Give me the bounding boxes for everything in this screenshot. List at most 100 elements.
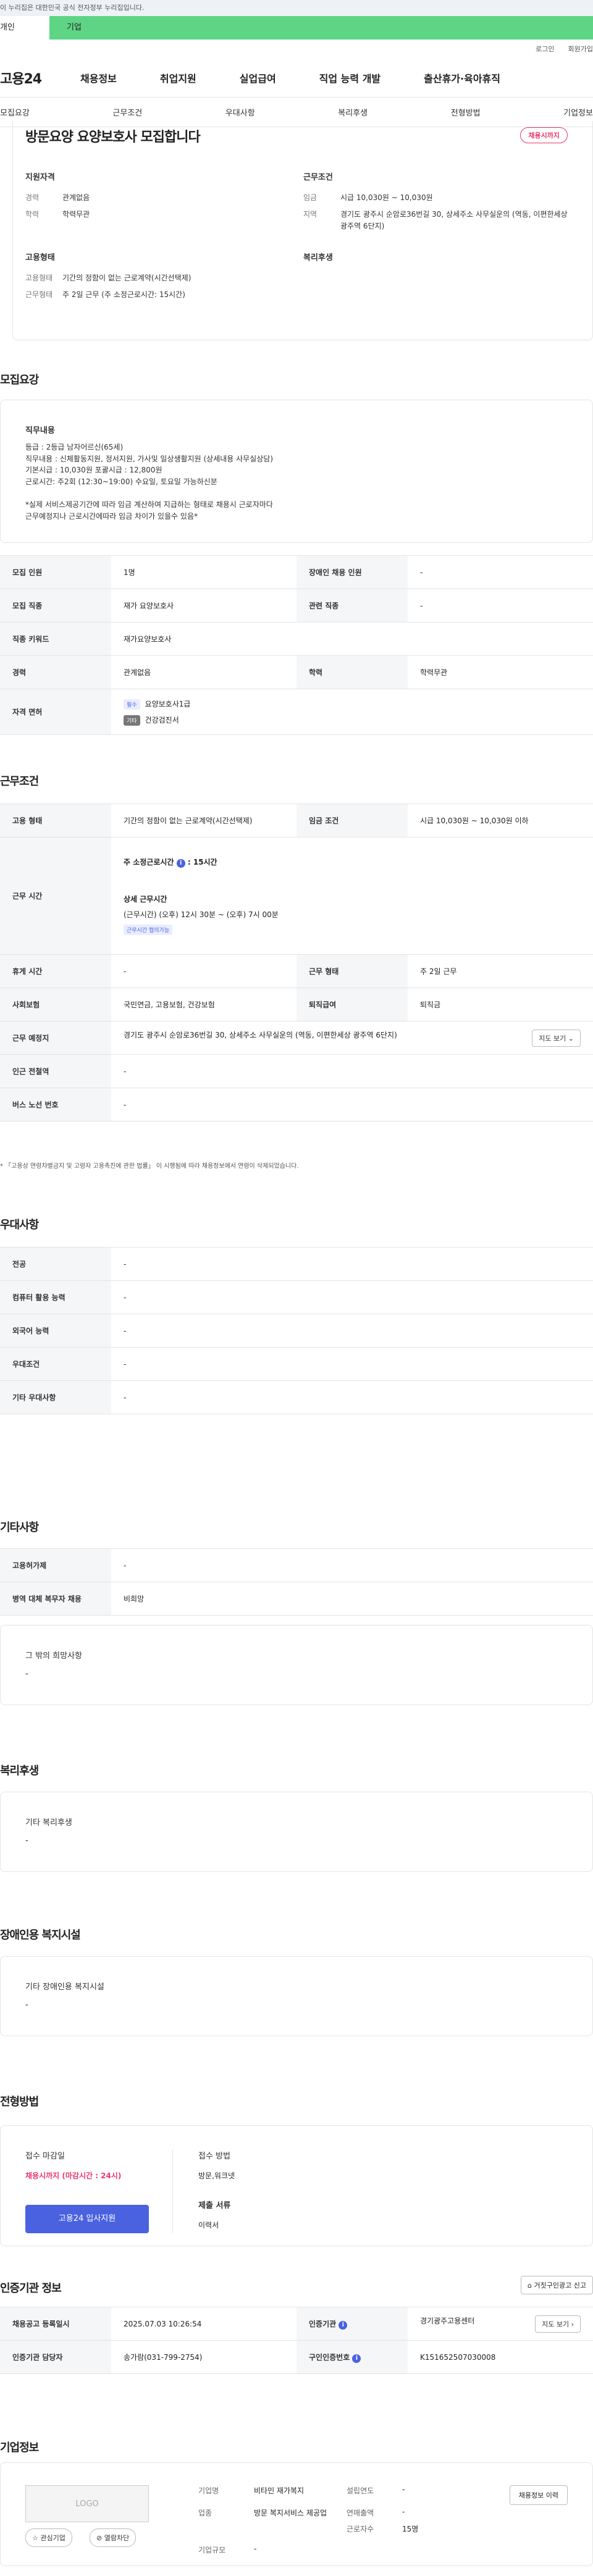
disabled-box: 기타 장애인용 복지시설 - (0, 1956, 593, 2036)
value-subway: - (111, 1054, 593, 1088)
wish-title: 그 밖의 희망사항 (25, 1651, 82, 1661)
deadline-badge: 채용시까지 (520, 127, 568, 143)
section-title-etc: 기타사항 (0, 1521, 39, 1534)
gnb-item-jobs[interactable]: 채용정보 (80, 70, 117, 85)
deadline-value: 채용시까지 (마감시간 : 24시) (25, 2171, 122, 2180)
etc-table: 고용허가제 - 병역 대체 복무자 채용 비희망 (0, 1548, 593, 1616)
cert-table: 채용공고 등록일시 2025.07.03 10:26:54 인증기관 i 경기광… (0, 2307, 593, 2374)
qual-value: 학력무관 (62, 210, 90, 219)
job-summary-card: 방문요양 요양보호사 모집합니다 채용시까지 지원자격 경력 관계없음 학력 학력무… (12, 121, 593, 340)
block-icon: ⊘ (96, 2534, 103, 2542)
welfare-box-title: 기타 복리후생 (25, 1818, 72, 1827)
map-button[interactable]: 지도 보기 ⌄ (532, 1029, 581, 1047)
job-description-line: 기본시급 : 10,030원 포괄시급 : 12,800원 (25, 466, 162, 475)
value-computer: - (111, 1280, 593, 1314)
negotiable-tag: 근무시간 협의가능 (124, 925, 173, 935)
signup-link[interactable]: 회원가입 (568, 44, 593, 54)
cert-id-label: 구인인증번호 (309, 2352, 350, 2362)
map-button-label: 지도 보기 (539, 1034, 566, 1043)
disabled-box-value: - (25, 2000, 28, 2010)
label-job: 모집 직종 (0, 589, 111, 623)
cond-label: 임금 (303, 193, 318, 202)
hiring-history-button[interactable]: 채용정보 이력 (509, 2485, 568, 2505)
tab-welfare[interactable]: 복리후생 (338, 106, 368, 118)
info-icon[interactable]: i (339, 2320, 348, 2330)
value-bus: - (111, 1088, 593, 1122)
weekly-hours-value: : 15시간 (187, 858, 217, 866)
gnb-item-parental-leave[interactable]: 출산휴가·육아휴직 (424, 70, 500, 85)
tab-work-conditions[interactable]: 근무조건 (112, 106, 142, 118)
label-prefer-cond: 우대조건 (0, 1347, 111, 1381)
favorite-label: 관심기업 (40, 2534, 65, 2542)
emp-label: 고용형태 (25, 274, 53, 282)
info-icon[interactable]: i (352, 2354, 361, 2363)
cert-org-label: 인증기관 (309, 2319, 337, 2328)
label-major: 전공 (0, 1247, 111, 1281)
age-law-note: * 「고용상 연령차별금지 및 고령자 고용촉진에 관한 법률」 이 시행됨에 … (0, 1163, 299, 1170)
job-description-line: 근무예정지나 근로시간에따라 임금 차이가 있을수 있음* (25, 511, 198, 521)
docs-label: 제출 서류 (198, 2201, 231, 2210)
value-keyword: 재가요양보호사 (111, 622, 593, 656)
block-view-button[interactable]: ⊘ 열람차단 (90, 2528, 137, 2547)
content-area: 모집요강 직무내용 등급 : 2등급 남자어르신(65세) 직무내용 : 신체활동… (0, 340, 593, 2454)
label-count: 모집 인원 (0, 555, 111, 589)
label-workplace: 근무 예정지 (0, 1021, 111, 1055)
welfare-box: 기타 복리후생 - (0, 1792, 593, 1872)
star-icon: ☆ (32, 2534, 38, 2542)
gnb-item-unemployment-benefit[interactable]: 실업급여 (240, 70, 276, 85)
label-sales: 연매출액 (347, 2509, 374, 2517)
qual-label: 경력 (25, 193, 40, 202)
job-description-line: 근로시간: 주2회 (12:30~19:00) 수요일, 토요일 가능하신분 (25, 477, 217, 486)
docs-value: 이력서 (198, 2221, 219, 2230)
other-tag: 기타 (124, 715, 140, 726)
value-sales: - (402, 2507, 405, 2516)
label-wage: 임금 조건 (296, 803, 408, 837)
value-count: 1명 (111, 555, 296, 589)
value-license: 필수 요양보호사1급 기타 건강검진서 (111, 689, 593, 735)
value-work-time: 주 소정근로시간 i : 15시간 상세 근무시간 (근무시간) (오후) 12… (111, 837, 593, 955)
employment-type-title: 고용형태 (25, 253, 55, 262)
favorite-company-button[interactable]: ☆ 관심기업 (25, 2528, 72, 2547)
tab-recruit[interactable]: 모집요강 (0, 106, 30, 118)
label-size: 기업규모 (198, 2546, 226, 2554)
cert-map-button[interactable]: 지도 보기 › (535, 2315, 581, 2333)
apply-button[interactable]: 고용24 입사지원 (25, 2205, 149, 2233)
detail-hours-value: (근무시간) (오후) 12시 30분 ~ (오후) 7시 00분 (124, 910, 279, 919)
welfare-block: 복리후생 (303, 251, 333, 262)
divider (172, 2149, 173, 2233)
value-military: 비희망 (111, 1582, 593, 1616)
tab-company[interactable]: 기업 (49, 16, 82, 40)
label-disabled: 장애인 채용 인원 (296, 555, 408, 589)
login-link[interactable]: 로그인 (536, 44, 554, 54)
report-fake-ad-button[interactable]: ⌂ 거짓구인광고 신고 (521, 2276, 593, 2294)
value-wage: 시급 10,030원 ~ 10,030원 이하 (408, 803, 593, 837)
info-icon[interactable]: i (176, 859, 185, 868)
label-career: 경력 (0, 655, 111, 689)
site-logo[interactable]: 고용24 (0, 68, 80, 88)
tab-preferences[interactable]: 우대사항 (225, 106, 255, 118)
label-employment-type: 고용 형태 (0, 803, 111, 837)
emp-value: 주 2일 근무 (주 소정근로시간: 15시간) (62, 290, 185, 300)
value-eps: - (111, 1548, 593, 1582)
job-description-box: 직무내용 등급 : 2등급 남자어르신(65세) 직무내용 : 신체활동지원, 정… (0, 400, 593, 543)
section-title-disabled: 장애인용 복지시설 (0, 1929, 81, 1942)
job-description-line: 직무내용 : 신체활동지원, 정서지원, 가사및 일상생활지원 (상세내용 사무… (25, 454, 274, 463)
value-major: - (111, 1247, 593, 1281)
label-education: 학력 (296, 655, 408, 689)
employment-type-block: 고용형태 고용형태 기간의 정함이 없는 근로계약(시간선택제) 근무형태 주 2일… (25, 251, 297, 301)
gnb-menu: 채용정보 취업지원 실업급여 직업 능력 개발 출산휴가·육아휴직 (80, 70, 500, 85)
label-cert-org: 인증기관 i (296, 2307, 408, 2341)
chevron-right-icon: › (571, 2320, 574, 2328)
gnb-item-vocational-training[interactable]: 직업 능력 개발 (319, 70, 381, 85)
chevron-down-icon: ⌄ (568, 1034, 574, 1043)
label-eps: 고용허가제 (0, 1548, 111, 1582)
value-disabled: - (408, 555, 593, 589)
company-box: LOGO ☆ 관심기업 ⊘ 열람차단 기업명 비타민 재가복지 설립연도 - 업… (0, 2462, 593, 2566)
gnb-item-employment-support[interactable]: 취업지원 (160, 70, 196, 85)
tab-personal[interactable]: 개인 (0, 16, 49, 40)
qual-label: 학력 (25, 210, 40, 219)
tab-selection[interactable]: 전형방법 (451, 106, 481, 118)
section-title-recruit: 모집요강 (0, 374, 39, 387)
workplace-address: 경기도 광주시 순암로36번길 30, 상세주소 사무실운의 (역동, 이편한세… (124, 1030, 397, 1039)
tab-company[interactable]: 기업정보 (563, 106, 593, 118)
